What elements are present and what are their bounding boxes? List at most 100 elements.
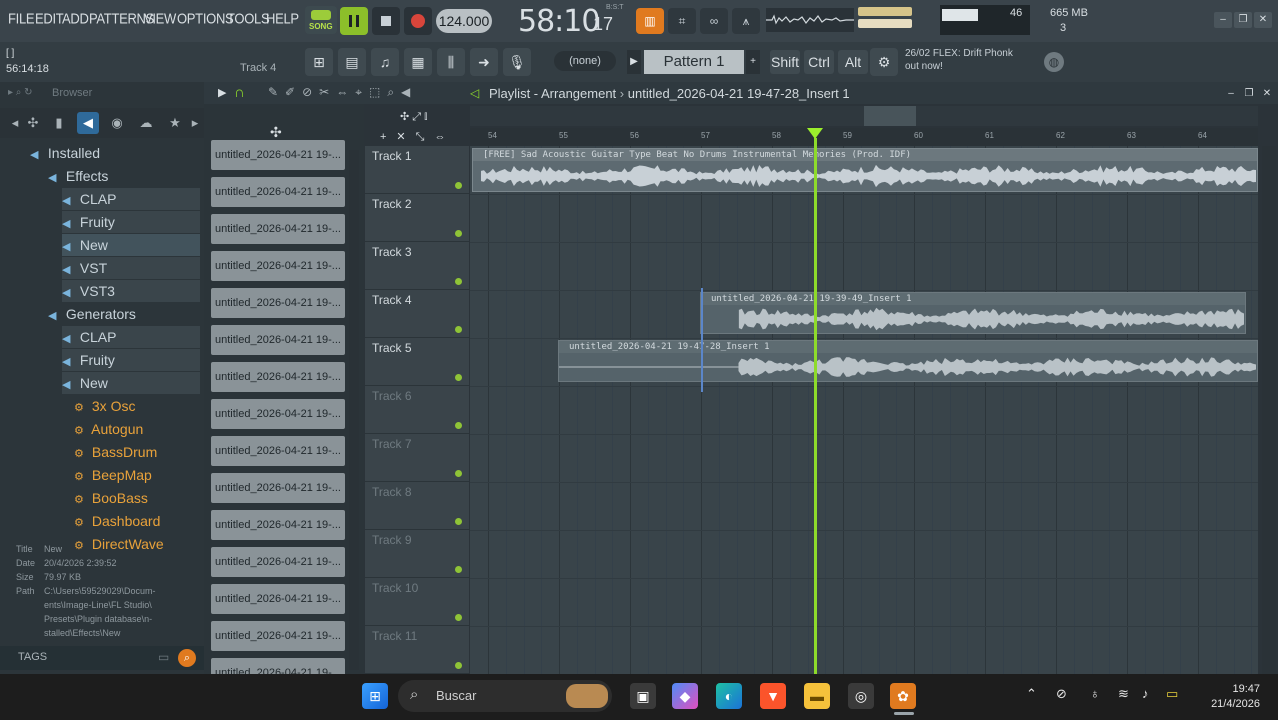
close-icon[interactable]: ✕	[1254, 12, 1272, 28]
browser-tree-item[interactable]: ⚙ Autogun	[74, 418, 200, 440]
clip-source-item[interactable]: untitled_2026-04-21 19-...	[211, 547, 345, 577]
browser-options-icon[interactable]: ▸ ⌕ ↻	[8, 87, 33, 98]
browser-tree-item[interactable]: ⚙ 3x Osc	[74, 395, 200, 417]
track-header-tools[interactable]: ✣ ⤢ ⫾	[400, 110, 428, 124]
step-edit-icon[interactable]: ⌗	[668, 8, 696, 34]
plugin-picker-icon[interactable]: ➜	[470, 48, 498, 76]
browser-tree-item[interactable]: ◀ New	[62, 372, 200, 394]
battery-icon[interactable]: ▭	[1166, 686, 1178, 702]
browser-tree-item[interactable]: ◀ Fruity	[62, 349, 200, 371]
playlist-minimize-icon[interactable]: –	[1222, 86, 1240, 102]
record-button[interactable]	[404, 7, 432, 35]
browser-collapse-icon[interactable]: ✣	[22, 112, 44, 134]
clip-source-item[interactable]: untitled_2026-04-21 19-...	[211, 140, 345, 170]
network-off-icon[interactable]: ⊘	[1056, 686, 1067, 702]
track-name[interactable]: Track 10	[372, 581, 418, 595]
alt-modifier[interactable]: Alt	[838, 50, 868, 74]
tags-bar[interactable]: TAGS ▭ ⌕	[0, 646, 204, 670]
track-mute-led[interactable]	[455, 614, 462, 621]
clip-list-arrows-icon[interactable]: ✣	[270, 124, 282, 141]
clip-list-scrollbar[interactable]	[349, 150, 359, 670]
browser-toggle-icon[interactable]: ⊞	[305, 48, 333, 76]
microphone-tray-icon[interactable]: ♁	[1090, 686, 1100, 701]
stop-button[interactable]	[372, 7, 400, 35]
track-mute-led[interactable]	[455, 518, 462, 525]
track-name[interactable]: Track 2	[372, 197, 412, 211]
menu-view[interactable]: VIEW	[144, 10, 176, 27]
playlist-menu-arrow-icon[interactable]: ▶	[218, 86, 226, 99]
menu-options[interactable]: OPTIONS	[177, 10, 234, 27]
track-name[interactable]: Track 3	[372, 245, 412, 259]
track-mute-led[interactable]	[455, 278, 462, 285]
fl-studio-icon[interactable]: ✿	[890, 683, 916, 709]
magnet-snap-icon[interactable]: ∩	[234, 84, 245, 101]
track-mute-led[interactable]	[455, 470, 462, 477]
playhead[interactable]	[814, 138, 817, 674]
channel-rack-icon[interactable]: ▤	[338, 48, 366, 76]
audio-clip-track5[interactable]: untitled_2026-04-21 19-47-28_Insert 1	[558, 340, 1258, 382]
menu-file[interactable]: FILE	[8, 10, 35, 27]
track-name[interactable]: Track 8	[372, 485, 412, 499]
mixer-icon[interactable]: ⫼	[437, 48, 465, 76]
folder-icon[interactable]: ▭	[158, 650, 169, 664]
volume-icon[interactable]: ♪	[1142, 686, 1149, 701]
clip-source-item[interactable]: untitled_2026-04-21 19-...	[211, 251, 345, 281]
browser-files-icon[interactable]: ▮	[48, 112, 70, 134]
browser-tree-item[interactable]: ⚙ BooBass	[74, 487, 200, 509]
time-display[interactable]: 58:10	[518, 4, 600, 39]
playlist-play-icon[interactable]: ◁	[470, 86, 479, 100]
browser-cloud-icon[interactable]: ☁	[135, 112, 157, 134]
playhead-marker[interactable]	[807, 128, 823, 139]
tempo-display[interactable]: 124.000	[436, 9, 492, 33]
menu-add[interactable]: ADD	[62, 10, 89, 27]
browser-favorites-icon[interactable]: ★	[164, 112, 186, 134]
track-name[interactable]: Track 5	[372, 341, 412, 355]
menu-edit[interactable]: EDIT	[35, 10, 64, 27]
blend-notes-icon[interactable]: ∞	[700, 8, 728, 34]
track-name[interactable]: Track 1	[372, 149, 412, 163]
pattern-selector[interactable]: Pattern 1	[644, 50, 744, 74]
browser-tree-item[interactable]: ◀ Generators	[48, 303, 200, 325]
clip-source-item[interactable]: untitled_2026-04-21 19-...	[211, 473, 345, 503]
browser-tree-item[interactable]: ⚙ BassDrum	[74, 441, 200, 463]
online-globe-icon[interactable]: ◍	[1044, 52, 1064, 72]
pattern-none-select[interactable]: (none)	[554, 51, 616, 71]
playlist-vertical-scrollbar[interactable]	[1262, 146, 1276, 674]
clip-source-item[interactable]: untitled_2026-04-21 19-...	[211, 362, 345, 392]
obs-icon[interactable]: ◎	[848, 683, 874, 709]
browser-tree-item[interactable]: ⚙ BeepMap	[74, 464, 200, 486]
track-name[interactable]: Track 9	[372, 533, 412, 547]
audio-clip-track4[interactable]: untitled_2026-04-21 19-39-49_Insert 1	[700, 292, 1246, 334]
maximize-icon[interactable]: ❐	[1234, 12, 1252, 28]
browser-tree-item[interactable]: ◀ VST	[62, 257, 200, 279]
wifi-icon[interactable]: ≋	[1118, 686, 1129, 702]
browser-tree-item[interactable]: ◀ CLAP	[62, 326, 200, 348]
pattern-prev-arrow[interactable]: ▶	[627, 50, 641, 74]
clip-source-item[interactable]: untitled_2026-04-21 19-...	[211, 584, 345, 614]
clip-source-item[interactable]: untitled_2026-04-21 19-...	[211, 510, 345, 540]
menu-help[interactable]: HELP	[266, 10, 299, 27]
playlist-tools-icons[interactable]: ✎✐⊘✂⇔⌖⬚⌕◀	[268, 85, 417, 100]
arrangement-grid[interactable]: [FREE] Sad Acoustic Guitar Type Beat No …	[470, 146, 1258, 674]
taskbar-search[interactable]: ⌕ Buscar	[398, 680, 612, 712]
audio-clip-track1[interactable]: [FREE] Sad Acoustic Guitar Type Beat No …	[472, 148, 1258, 192]
track-mute-led[interactable]	[455, 230, 462, 237]
file-explorer-icon[interactable]: ▬	[804, 683, 830, 709]
clip-source-item[interactable]: untitled_2026-04-21 19-...	[211, 325, 345, 355]
edge-icon[interactable]: ◐	[716, 683, 742, 709]
news-panel[interactable]: 26/02 FLEX: Drift Phonk out now!	[905, 47, 1013, 73]
song-mode-toggle[interactable]: SONG	[305, 6, 337, 34]
timeline-ruler[interactable]	[470, 128, 1258, 146]
browser-tree-item[interactable]: ◀ Effects	[48, 165, 200, 187]
clip-source-item[interactable]: untitled_2026-04-21 19-...	[211, 399, 345, 429]
browser-plugins-icon[interactable]: ◀	[77, 112, 99, 134]
browser-tree-item[interactable]: ◀ Installed	[30, 142, 200, 164]
metronome-icon[interactable]: ⩚	[732, 8, 760, 34]
clip-source-item[interactable]: untitled_2026-04-21 19-...	[211, 436, 345, 466]
menu-tools[interactable]: TOOLS	[227, 10, 270, 27]
search-icon[interactable]: ⌕	[178, 649, 196, 667]
tray-overflow-icon[interactable]: ⌃	[1026, 686, 1037, 702]
news-icon[interactable]: ⚙	[870, 48, 898, 76]
playlist-maximize-icon[interactable]: ❐	[1240, 86, 1258, 102]
track-name[interactable]: Track 6	[372, 389, 412, 403]
